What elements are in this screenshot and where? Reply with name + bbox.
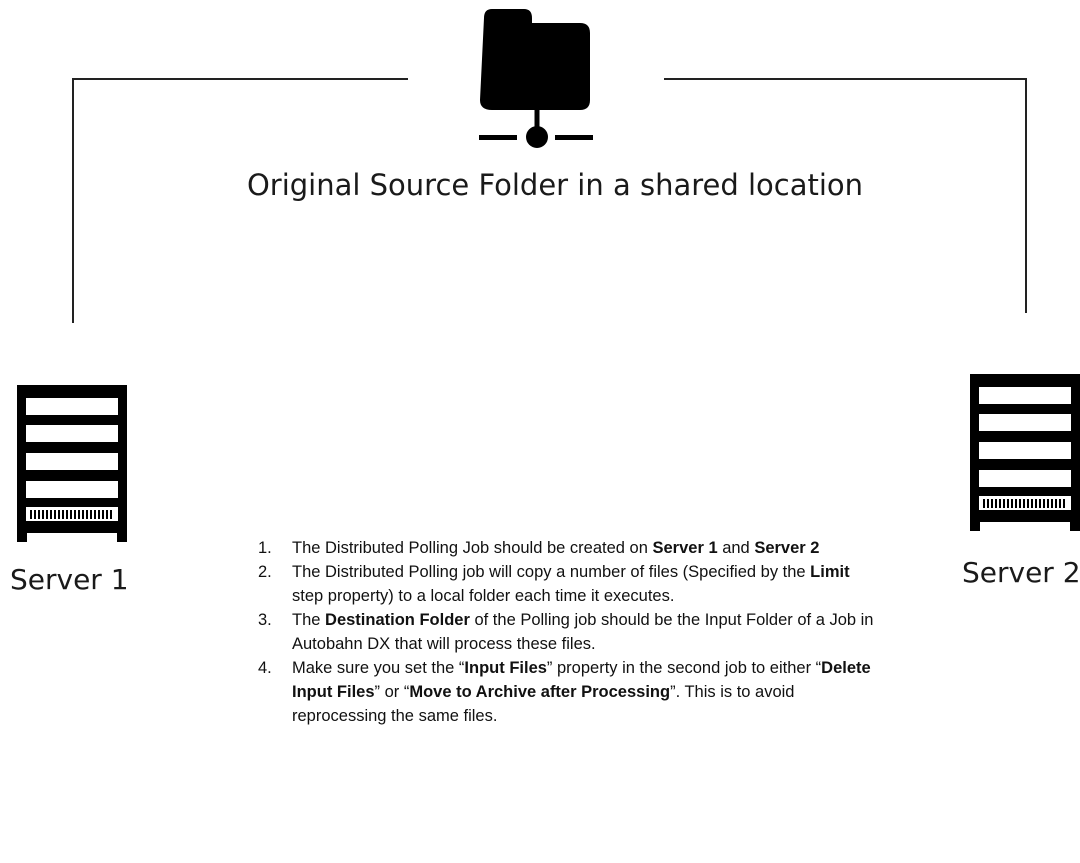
source-folder-label: Original Source Folder in a shared locat…	[246, 168, 864, 202]
step-number: 4.	[258, 659, 272, 677]
step-text: Make sure you set the “	[292, 659, 465, 677]
connector-line-right-top	[664, 78, 1026, 80]
step-text: and	[717, 539, 755, 557]
server-rack-icon	[970, 374, 1080, 531]
step-number: 3.	[258, 611, 272, 629]
step-text: ” property in the second job to either “	[546, 659, 822, 677]
server1-label: Server 1	[10, 563, 129, 596]
step-text: step property) to a local folder each ti…	[292, 587, 675, 605]
step-number: 1.	[258, 539, 272, 557]
instruction-step: 2. The Distributed Polling job will copy …	[258, 560, 882, 608]
instruction-step: 3. The Destination Folder of the Polling …	[258, 608, 882, 656]
step-emphasis: Destination Folder	[325, 611, 470, 629]
server-rack-icon	[17, 385, 127, 542]
step-emphasis: Server 1	[652, 539, 718, 557]
connector-line-left-top	[72, 78, 408, 80]
step-text: The Distributed Polling job will copy a …	[292, 563, 811, 581]
step-emphasis: Input Files	[464, 659, 547, 677]
step-emphasis: Move to Archive after Processing	[409, 683, 671, 701]
step-text: ” or “	[374, 683, 410, 701]
step-text: The	[292, 611, 326, 629]
network-folder-icon	[479, 9, 593, 148]
instructions-list: 1. The Distributed Polling Job should be …	[255, 536, 882, 728]
server2-label: Server 2	[962, 556, 1080, 589]
step-emphasis: Limit	[810, 563, 850, 581]
step-emphasis: Server 2	[754, 539, 820, 557]
instruction-step: 4. Make sure you set the “Input Files” p…	[258, 656, 882, 728]
step-number: 2.	[258, 563, 272, 581]
instruction-step: 1. The Distributed Polling Job should be …	[258, 536, 882, 560]
step-text: The Distributed Polling Job should be cr…	[292, 539, 653, 557]
